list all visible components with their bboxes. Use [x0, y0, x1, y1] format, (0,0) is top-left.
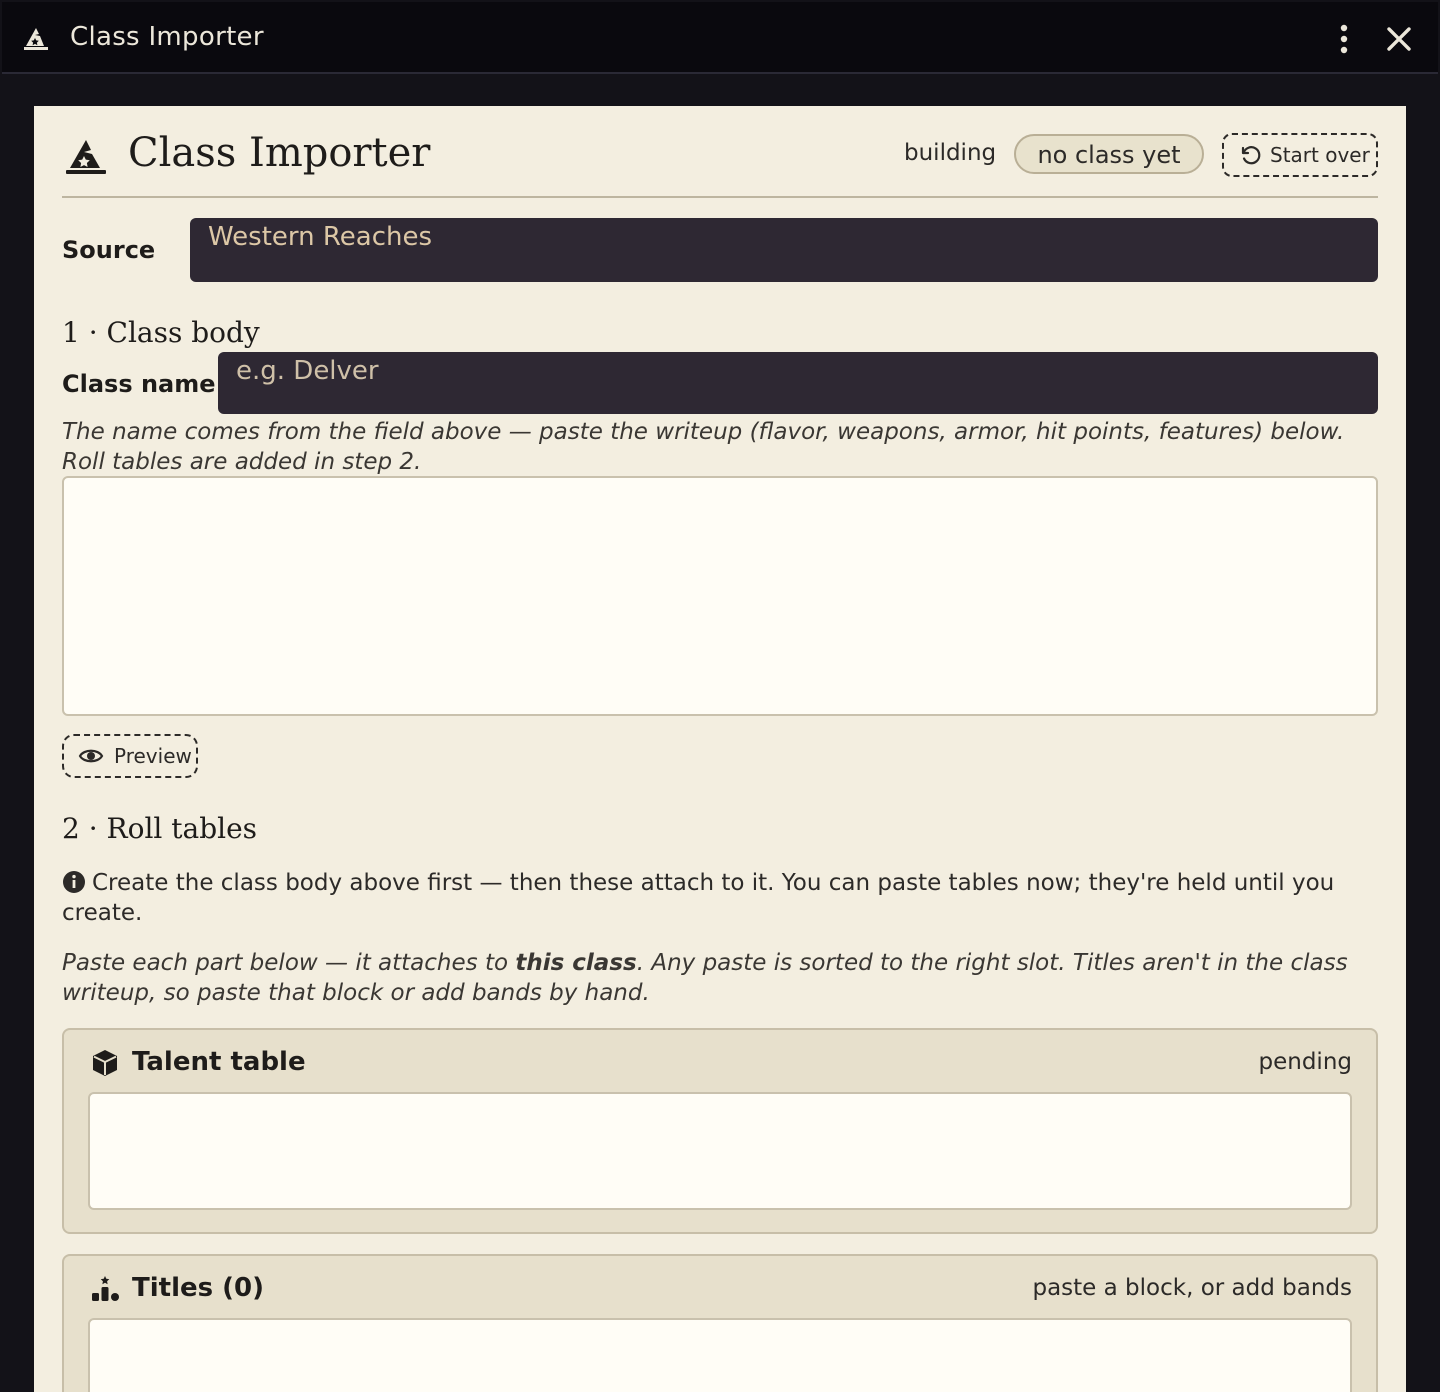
step2-hint-before: Paste each part below — it attaches to	[62, 950, 516, 976]
status-label: building	[904, 140, 997, 166]
talent-table-title: Talent table	[132, 1047, 306, 1077]
page-title: Class Importer	[128, 130, 431, 176]
talent-table-card: Talent table pending	[62, 1028, 1378, 1234]
wizard-hat-icon	[66, 140, 106, 174]
info-icon	[63, 871, 85, 893]
window-title: Class Importer	[70, 22, 264, 52]
step1-title: 1 · Class body	[62, 316, 260, 349]
preview-label: Preview	[114, 744, 192, 768]
close-icon[interactable]	[1382, 22, 1416, 56]
step2-hint-bold: this class	[515, 950, 637, 976]
start-over-label: Start over	[1270, 143, 1370, 167]
eye-icon	[78, 749, 104, 763]
talent-table-textarea[interactable]	[88, 1092, 1352, 1210]
preview-button[interactable]: Preview	[62, 734, 198, 778]
titles-textarea[interactable]	[88, 1318, 1352, 1392]
source-input[interactable]: Western Reaches	[190, 218, 1378, 282]
titles-status: paste a block, or add bands	[1032, 1275, 1352, 1301]
titles-card: Titles (0) paste a block, or add bands	[62, 1254, 1378, 1392]
class-name-label: Class name	[62, 370, 216, 398]
step2-info: Create the class body above first — then…	[62, 868, 1362, 928]
step2-info-text: Create the class body above first — then…	[62, 870, 1335, 926]
wizard-hat-icon	[24, 28, 48, 50]
kebab-menu-icon[interactable]	[1328, 22, 1360, 56]
app-window: Class Importer Class Importer building n…	[0, 0, 1440, 1392]
start-over-button[interactable]: Start over	[1222, 133, 1378, 177]
step2-hint: Paste each part below — it attaches to t…	[62, 948, 1382, 1008]
undo-icon	[1241, 146, 1261, 165]
source-label: Source	[62, 236, 156, 264]
class-name-input[interactable]: e.g. Delver	[218, 352, 1378, 414]
header-divider	[62, 196, 1378, 198]
talent-table-status: pending	[1258, 1049, 1353, 1075]
class-writeup-textarea[interactable]	[62, 476, 1378, 716]
step1-hint: The name comes from the field above — pa…	[62, 419, 1345, 475]
cube-icon	[93, 1050, 117, 1076]
importer-panel: Class Importer building no class yet Sta…	[34, 106, 1406, 1392]
ranking-icon	[92, 1276, 119, 1301]
step2-title: 2 · Roll tables	[62, 812, 258, 845]
window-titlebar: Class Importer	[2, 2, 1438, 74]
status-badge: no class yet	[1014, 134, 1204, 174]
titles-title: Titles (0)	[132, 1273, 265, 1303]
